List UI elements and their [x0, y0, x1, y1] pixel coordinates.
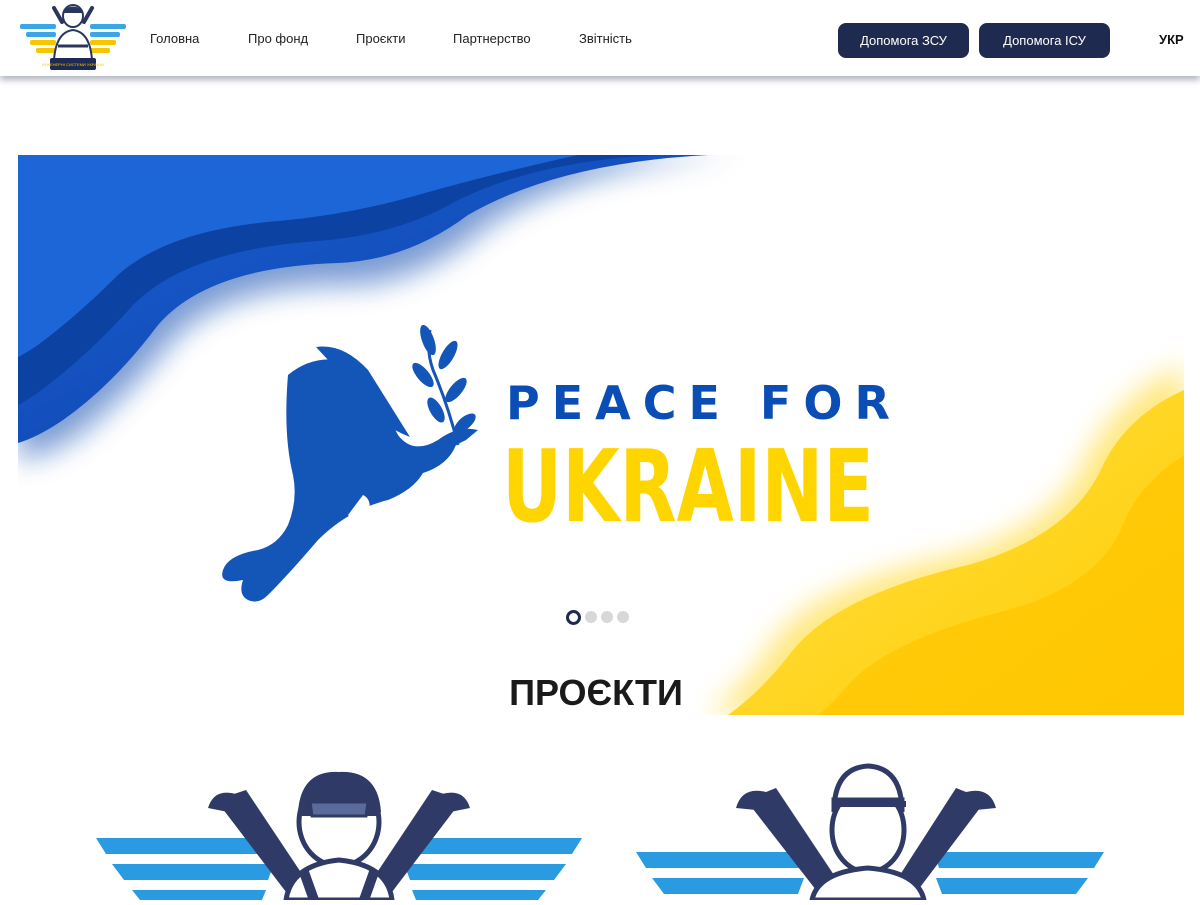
language-selector[interactable]: УКР — [1159, 32, 1184, 47]
foundation-logo[interactable]: ІНЖЕНЕРНІ СИСТЕМИ УКРАЇНИ — [18, 2, 128, 74]
nav-about[interactable]: Про фонд — [248, 31, 308, 46]
hero-line-ukraine: UKRAINE — [502, 428, 874, 545]
project-card-military[interactable] — [96, 760, 582, 903]
slider-dot-4[interactable] — [617, 611, 629, 623]
slider-dot-3[interactable] — [601, 611, 613, 623]
engineer-emblem-icon — [636, 763, 1104, 903]
project-card-engineers[interactable] — [636, 760, 1104, 903]
site-header: ІНЖЕНЕРНІ СИСТЕМИ УКРАЇНИ Головна Про фо… — [0, 0, 1200, 76]
help-isu-button[interactable]: Допомога ІСУ — [979, 23, 1110, 58]
help-zsu-button[interactable]: Допомога ЗСУ — [838, 23, 969, 58]
logo-text: ІНЖЕНЕРНІ СИСТЕМИ УКРАЇНИ — [42, 62, 104, 67]
hero-banner-graphic: PEACE FOR UKRAINE — [18, 155, 1184, 715]
slider-dot-1[interactable] — [566, 610, 581, 625]
nav-projects[interactable]: Проєкти — [356, 31, 406, 46]
hero-slider[interactable]: PEACE FOR UKRAINE — [18, 155, 1184, 715]
slider-dot-2[interactable] — [585, 611, 597, 623]
nav-home[interactable]: Головна — [150, 31, 199, 46]
nav-reports[interactable]: Звітність — [579, 31, 632, 46]
projects-section-title: ПРОЄКТИ — [509, 672, 683, 713]
slider-dots — [566, 610, 629, 625]
hero-line-peace: PEACE FOR — [506, 376, 902, 430]
nav-partnership[interactable]: Партнерство — [453, 31, 531, 46]
soldier-emblem-icon — [96, 771, 582, 903]
